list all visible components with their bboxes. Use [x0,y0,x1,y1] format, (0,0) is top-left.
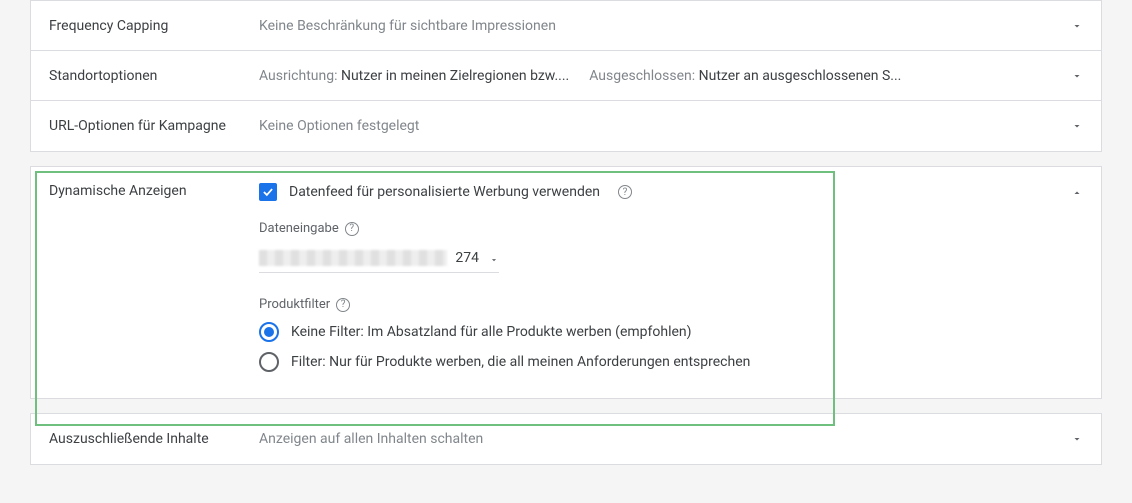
data-input-label: Dateneingabe [259,221,339,236]
chevron-down-icon[interactable] [1071,20,1083,32]
excluded-val: Nutzer an ausgeschlossenen S... [699,68,902,84]
excluded-key: Ausgeschlossen: [589,68,695,84]
help-icon[interactable]: ? [618,185,632,199]
help-icon[interactable]: ? [345,222,359,236]
dynamic-ads-label: Dynamische Anzeigen [49,183,259,199]
chevron-down-icon[interactable] [1071,70,1083,82]
chevron-up-icon[interactable] [1071,187,1083,199]
url-options-label: URL-Optionen für Kampagne [49,118,259,134]
help-icon[interactable]: ? [336,298,350,312]
location-options-value: Ausrichtung: Nutzer in meinen Zielregion… [259,68,1083,84]
radio-filter-row[interactable]: Filter: Nur für Produkte werben, die all… [259,352,1083,372]
datafeed-checkbox-row[interactable]: Datenfeed für personalisierte Werbung ve… [259,183,1083,201]
frequency-capping-value: Keine Beschränkung für sichtbare Impress… [259,18,1083,34]
dynamic-ads-row: Dynamische Anzeigen Datenfeed für person… [31,167,1101,398]
location-options-row[interactable]: Standortoptionen Ausrichtung: Nutzer in … [31,51,1101,101]
dropdown-arrow-icon[interactable] [489,253,499,263]
excluded-content-row[interactable]: Auszuschließende Inhalte Anzeigen auf al… [31,414,1101,464]
redacted-value [259,250,447,266]
datafeed-checkbox-label: Datenfeed für personalisierte Werbung ve… [289,184,600,200]
feed-select[interactable]: 274 [259,244,499,273]
location-options-label: Standortoptionen [49,68,259,84]
excluded-content-label: Auszuschließende Inhalte [49,431,259,447]
radio-no-filter-row[interactable]: Keine Filter: Im Absatzland für alle Pro… [259,322,1083,342]
url-options-value: Keine Optionen festgelegt [259,118,1083,134]
url-options-row[interactable]: URL-Optionen für Kampagne Keine Optionen… [31,101,1101,151]
frequency-capping-row[interactable]: Frequency Capping Keine Beschränkung für… [31,1,1101,51]
radio-filter-label: Filter: Nur für Produkte werben, die all… [291,354,750,370]
checkbox-checked-icon[interactable] [259,183,277,201]
excluded-content-value: Anzeigen auf allen Inhalten schalten [259,431,1083,447]
feed-select-suffix: 274 [455,250,479,266]
radio-selected-icon[interactable] [259,322,279,342]
data-input-section: Dateneingabe ? [259,221,1083,236]
chevron-down-icon[interactable] [1071,433,1083,445]
product-filter-section: Produktfilter ? [259,297,1083,312]
product-filter-label: Produktfilter [259,297,330,312]
radio-unselected-icon[interactable] [259,352,279,372]
frequency-capping-label: Frequency Capping [49,18,259,34]
targeting-key: Ausrichtung: [259,68,337,84]
targeting-val: Nutzer in meinen Zielregionen bzw.... [341,68,569,84]
radio-no-filter-label: Keine Filter: Im Absatzland für alle Pro… [291,324,692,340]
chevron-down-icon[interactable] [1071,120,1083,132]
